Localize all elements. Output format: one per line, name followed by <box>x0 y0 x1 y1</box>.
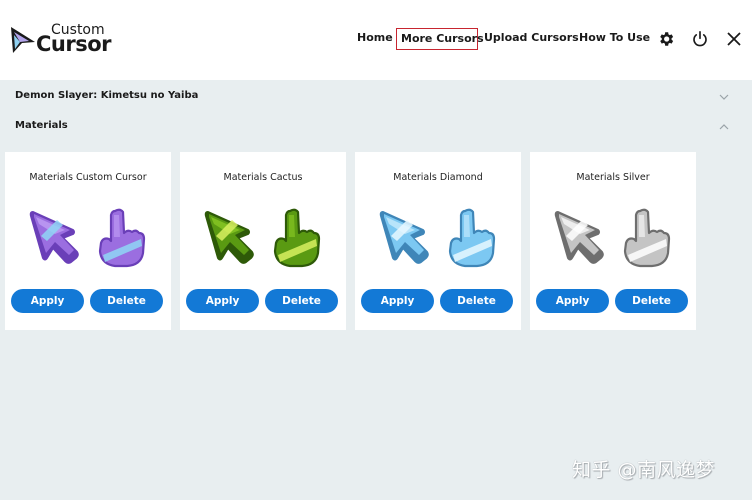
arrow-cursor-preview-icon <box>554 211 604 264</box>
app-logo[interactable]: Custom Cursor <box>9 22 119 58</box>
accordion-label: Materials <box>15 120 68 131</box>
delete-button[interactable]: Delete <box>615 289 688 313</box>
hand-cursor-preview-icon <box>273 208 321 268</box>
card-title: Materials Silver <box>576 172 650 183</box>
gear-icon <box>660 32 674 46</box>
apply-button[interactable]: Apply <box>11 289 84 313</box>
close-button[interactable] <box>724 29 744 49</box>
apply-button[interactable]: Apply <box>361 289 434 313</box>
arrow-cursor-preview-icon <box>29 211 79 264</box>
logo-text-bottom: Cursor <box>36 32 112 56</box>
arrow-cursor-preview-icon <box>204 211 254 264</box>
power-icon <box>693 31 707 47</box>
header: Custom Cursor Home More Cursors Upload C… <box>0 0 752 80</box>
chevron-down-icon[interactable] <box>718 91 730 103</box>
watermark: 知乎 @南风逸梦 <box>572 459 716 481</box>
logo-cursor-icon <box>11 27 35 53</box>
cursor-card: Materials Cactus Apply Delete <box>180 152 346 330</box>
cursor-card: Materials Custom Cursor Apply Delete <box>5 152 171 330</box>
chevron-up-icon[interactable] <box>718 121 730 133</box>
delete-button[interactable]: Delete <box>440 289 513 313</box>
delete-button[interactable]: Delete <box>90 289 163 313</box>
power-button[interactable] <box>690 29 710 49</box>
card-title: Materials Custom Cursor <box>29 172 147 183</box>
card-title: Materials Cactus <box>223 172 303 183</box>
hand-cursor-preview-icon <box>98 208 146 268</box>
delete-button[interactable]: Delete <box>265 289 338 313</box>
nav-upload-cursors[interactable]: Upload Cursors <box>484 28 579 50</box>
cursor-card: Materials Silver Apply Delete <box>530 152 696 330</box>
cursor-card: Materials Diamond Apply Delete <box>355 152 521 330</box>
arrow-cursor-preview-icon <box>379 211 429 264</box>
hand-cursor-preview-icon <box>448 208 496 268</box>
apply-button[interactable]: Apply <box>186 289 259 313</box>
hand-cursor-preview-icon <box>623 208 671 268</box>
accordion-label: Demon Slayer: Kimetsu no Yaiba <box>15 90 199 101</box>
nav-how-to-use[interactable]: How To Use <box>579 28 650 50</box>
apply-button[interactable]: Apply <box>536 289 609 313</box>
card-title: Materials Diamond <box>393 172 483 183</box>
nav-home[interactable]: Home <box>357 28 393 50</box>
close-icon <box>727 32 741 46</box>
accordion-materials[interactable]: Materials <box>0 112 752 142</box>
settings-button[interactable] <box>656 29 676 49</box>
nav-more-cursors[interactable]: More Cursors <box>396 28 484 50</box>
accordion-demon-slayer[interactable]: Demon Slayer: Kimetsu no Yaiba <box>0 82 752 112</box>
